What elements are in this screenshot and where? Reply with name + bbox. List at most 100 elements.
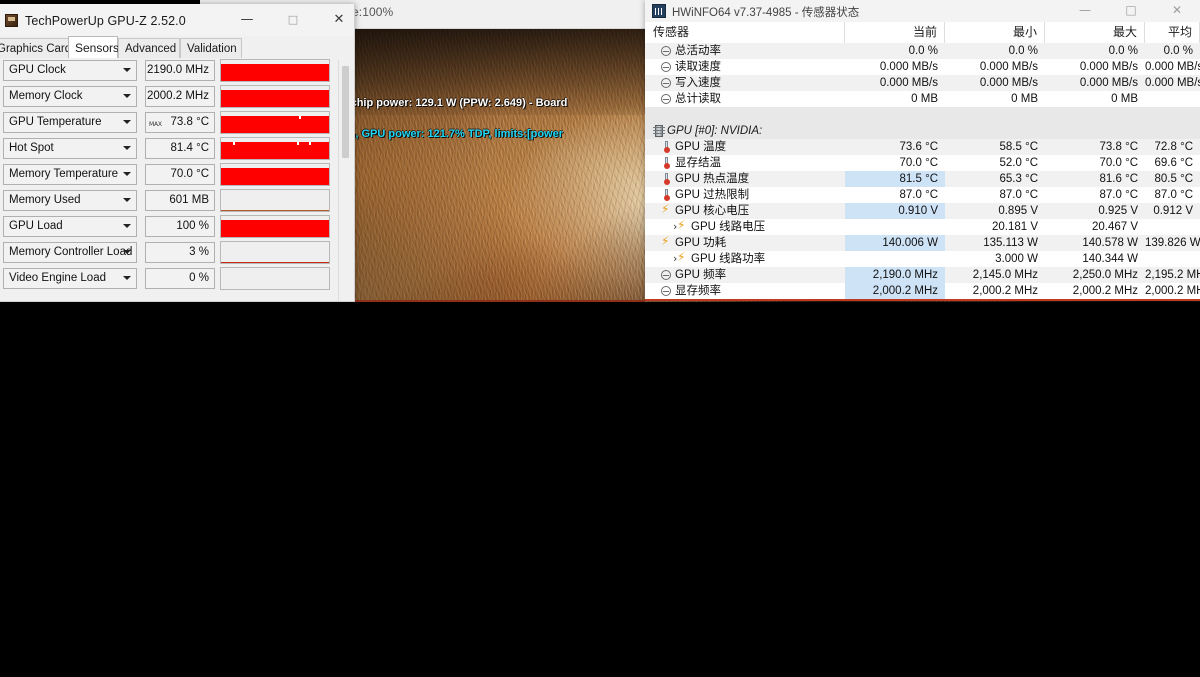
chevron-down-icon[interactable]: [123, 276, 131, 280]
hwinfo-value-current: [845, 219, 945, 235]
gpuz-sensor-row: Video Engine Load 0 %: [0, 266, 354, 292]
hwinfo-sensor-row[interactable]: GPU 温度 73.6 °C 58.5 °C 73.8 °C 72.8 °C: [645, 139, 1200, 155]
gpuz-sensor-select[interactable]: GPU Temperature: [3, 112, 137, 133]
zoom-level-label: e:100%: [352, 5, 394, 19]
gpuz-graph-fill: [221, 90, 329, 107]
hwinfo-sensor-label: 总计读取: [675, 93, 721, 105]
hwinfo-close-button[interactable]: ✕: [1154, 0, 1200, 22]
hwinfo-value-min: 0.000 MB/s: [979, 77, 1038, 89]
desktop-screen: e:100% mp: 73 ° C - GPU chip power: 129.…: [0, 0, 1200, 302]
hwinfo-sensor-label: GPU [#0]: NVIDIA:: [667, 125, 763, 137]
hwinfo-value-max: 81.6 °C: [1099, 173, 1138, 185]
hwinfo-sensor-row[interactable]: 写入速度 0.000 MB/s 0.000 MB/s 0.000 MB/s 0.000 …: [645, 75, 1200, 91]
chevron-down-icon[interactable]: [123, 68, 131, 72]
hwinfo-value-min: 0.000 MB/s: [979, 61, 1038, 73]
hwinfo-column-header[interactable]: 最小: [945, 22, 1045, 43]
chevron-down-icon[interactable]: [123, 146, 131, 150]
gpuz-graph-fill: [221, 116, 329, 133]
hwinfo-sensor-row[interactable]: GPU 热点温度 81.5 °C 65.3 °C 81.6 °C 80.5 °C: [645, 171, 1200, 187]
gauge-icon: [661, 93, 673, 105]
hwinfo-value-max: 0.925 V: [1098, 205, 1138, 217]
gpuz-sensor-select[interactable]: Video Engine Load: [3, 268, 137, 289]
gpuz-sensor-graph: [220, 189, 330, 212]
gpuz-sensor-select[interactable]: Memory Used: [3, 190, 137, 211]
hwinfo-sensor-row[interactable]: 显存结温 70.0 °C 52.0 °C 70.0 °C 69.6 °C: [645, 155, 1200, 171]
hwinfo-sensor-label: GPU 核心电压: [675, 205, 750, 217]
hwinfo-maximize-button[interactable]: □: [1108, 0, 1154, 22]
hwinfo-value-avg: 69.6 °C: [1154, 157, 1193, 169]
hwinfo-value-max: 0.000 MB/s: [1079, 61, 1138, 73]
chevron-down-icon[interactable]: [123, 94, 131, 98]
hwinfo-column-header[interactable]: 平均: [1145, 22, 1200, 43]
hwinfo-group-row[interactable]: ⌄ GPU [#0]: NVIDIA:: [645, 123, 1200, 139]
hwinfo-sensor-label: GPU 温度: [675, 141, 727, 153]
gpuz-minimize-button[interactable]: —: [224, 4, 270, 35]
close-icon: ✕: [333, 12, 345, 27]
gpuz-maximize-button[interactable]: □: [270, 4, 316, 35]
gauge-icon: [661, 285, 673, 297]
tab-advanced[interactable]: Advanced: [118, 38, 180, 58]
bolt-icon: [677, 250, 689, 265]
hwinfo-minimize-button[interactable]: —: [1062, 0, 1108, 22]
hwinfo-sensor-row[interactable]: GPU 功耗 140.006 W 135.113 W 140.578 W 139.826…: [645, 234, 1200, 251]
hwinfo-value-avg: 80.5 °C: [1154, 173, 1193, 185]
hwinfo-sensor-row[interactable]: 总活动率 0.0 % 0.0 % 0.0 % 0.0 %: [645, 43, 1200, 59]
hwinfo-sensor-row[interactable]: [645, 107, 1200, 123]
hwinfo-column-header[interactable]: 传感器: [645, 22, 845, 43]
gpuz-tab-bar[interactable]: Graphics Card Sensors Advanced Validatio…: [0, 36, 354, 86]
gpuz-sensor-select[interactable]: Memory Controller Load: [3, 242, 137, 263]
gpuz-scrollbar[interactable]: [338, 60, 352, 301]
tab-validation[interactable]: Validation: [180, 38, 242, 58]
hwinfo-sensor-row[interactable]: 显存频率 2,000.2 MHz 2,000.2 MHz 2,000.2 MHz 2,0…: [645, 283, 1200, 299]
hwinfo-sensor-row[interactable]: GPU 核心电压 0.910 V 0.895 V 0.925 V 0.912 V: [645, 202, 1200, 219]
gpuz-sensor-row: GPU Load 100 %: [0, 214, 354, 240]
gauge-icon: [661, 61, 673, 73]
gpuz-sensor-label: Memory Used: [9, 194, 81, 206]
gpuz-sensor-value-text: 2190.0 MHz: [146, 64, 209, 76]
gpuz-titlebar[interactable]: TechPowerUp GPU-Z 2.52.0 — □ ✕: [0, 4, 354, 37]
gpuz-sensor-value-text: 0 %: [189, 272, 209, 284]
gpuz-window[interactable]: TechPowerUp GPU-Z 2.52.0 — □ ✕ Graphics …: [0, 4, 355, 302]
gpuz-sensor-label: Memory Controller Load: [9, 246, 133, 258]
chevron-down-icon[interactable]: [123, 250, 131, 254]
hwinfo-column-header[interactable]: 最大: [1045, 22, 1145, 43]
hwinfo-sensor-row[interactable]: 读取速度 0.000 MB/s 0.000 MB/s 0.000 MB/s 0.000 …: [645, 59, 1200, 75]
chevron-down-icon[interactable]: [123, 198, 131, 202]
gpuz-scrollbar-thumb[interactable]: [342, 66, 349, 158]
hwinfo-sensor-row[interactable]: ›GPU 线路电压20.181 V20.467 V: [645, 218, 1200, 235]
gpuz-graph-notch: [297, 142, 299, 145]
hwinfo-column-headers[interactable]: 传感器 当前 最小 最大 平均: [645, 22, 1200, 44]
hwinfo-value-avg: [1145, 219, 1200, 235]
hwinfo-column-header[interactable]: 当前: [845, 22, 945, 43]
hwinfo-titlebar[interactable]: HWiNFO64 v7.37-4985 - 传感器状态 — □ ✕: [645, 0, 1200, 23]
chip-icon: [653, 125, 665, 137]
gpuz-sensor-select[interactable]: Memory Temperature: [3, 164, 137, 185]
hwinfo-value-current: 2,000.2 MHz: [845, 283, 945, 299]
gpuz-sensor-select[interactable]: Memory Clock: [3, 86, 137, 107]
gpuz-sensor-select[interactable]: GPU Load: [3, 216, 137, 237]
hwinfo-sensor-row[interactable]: GPU 过热限制 87.0 °C 87.0 °C 87.0 °C 87.0 °C: [645, 187, 1200, 203]
tab-graphics-card[interactable]: Graphics Card: [0, 38, 71, 58]
hwinfo-value-avg: [1145, 251, 1200, 267]
gpuz-close-button[interactable]: ✕: [316, 4, 354, 35]
hwinfo-sensor-row[interactable]: GPU 频率 2,190.0 MHz 2,145.0 MHz 2,250.0 MHz 2…: [645, 267, 1200, 283]
gpuz-sensor-value-text: 73.8 °C: [170, 116, 209, 128]
chevron-down-icon[interactable]: [123, 224, 131, 228]
chevron-down-icon[interactable]: [123, 172, 131, 176]
hwinfo-value-current: 0 MB: [911, 93, 938, 105]
hwinfo-sensor-row[interactable]: 总计读取 0 MB 0 MB 0 MB: [645, 91, 1200, 107]
hwinfo-value-current: [845, 123, 945, 139]
gpuz-sensor-select[interactable]: Hot Spot: [3, 138, 137, 159]
gpuz-sensor-graph: [220, 241, 330, 264]
hwinfo-sensor-label: 写入速度: [675, 77, 721, 89]
hwinfo-window[interactable]: HWiNFO64 v7.37-4985 - 传感器状态 — □ ✕ 传感器 当前最…: [645, 0, 1200, 301]
gpuz-sensor-list[interactable]: GPU Clock 2190.0 MHz Memory Clock 2000.2 MH…: [0, 58, 354, 301]
hwinfo-window-title: HWiNFO64 v7.37-4985 - 传感器状态: [672, 7, 860, 19]
hwinfo-sensor-row[interactable]: ›GPU 线路功率3.000 W140.344 W: [645, 250, 1200, 267]
hwinfo-value-max: 0 MB: [1111, 93, 1138, 105]
chevron-down-icon[interactable]: [123, 120, 131, 124]
tab-sensors[interactable]: Sensors: [68, 36, 119, 58]
hwinfo-sensor-table[interactable]: 总活动率 0.0 % 0.0 % 0.0 % 0.0 % 读取速度 0.000 MB/s 0.…: [645, 43, 1200, 301]
gpuz-sensor-graph: [220, 215, 330, 238]
gpuz-sensor-select[interactable]: GPU Clock: [3, 60, 137, 81]
